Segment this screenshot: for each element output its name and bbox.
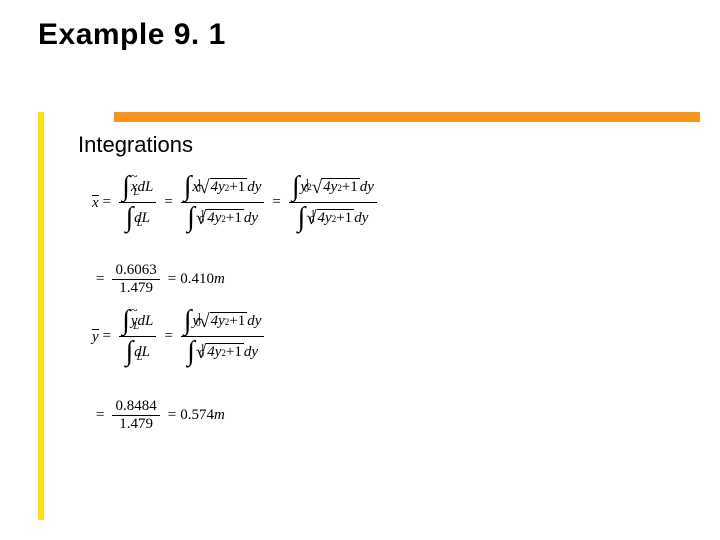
- frac-y2-integral: ∫10 y2 √4y2+1 dy ∫10 √4y2+1 dy: [289, 172, 377, 233]
- equals-sign: =: [103, 195, 111, 210]
- frac-y-numeric: 0.8484 1.479: [112, 398, 159, 433]
- accent-bar-yellow: [38, 112, 44, 520]
- frac-xtilde-dL-over-dL: ∫L xdL ∫L dL: [119, 172, 156, 233]
- equation-ybar-result: = 0.8484 1.479 = 0.574 m: [92, 398, 225, 433]
- symbol-xbar: x: [92, 195, 99, 211]
- accent-bar-orange: [114, 112, 700, 122]
- symbol-xtilde: x: [131, 180, 138, 195]
- slide: Example 9. 1 Integrations x = ∫L xdL ∫L: [0, 0, 720, 540]
- frac-y-integral: ∫10 y √4y2+1 dy ∫10 √4y2+1 dy: [181, 306, 265, 367]
- equation-ybar-line1: y = ∫L ydL ∫L dL =: [92, 306, 268, 367]
- unit-m: m: [214, 272, 225, 287]
- frac-x-integral: ∫10 x √4y2+1 dy ∫10 √4y2+1 dy: [181, 172, 265, 233]
- symbol-ybar: y: [92, 329, 99, 345]
- slide-title: Example 9. 1: [38, 18, 226, 52]
- x-result-value: 0.410: [180, 272, 214, 287]
- frac-ytilde-dL-over-dL: ∫L ydL ∫L dL: [119, 306, 156, 367]
- frac-x-numeric: 0.6063 1.479: [112, 262, 159, 297]
- section-heading: Integrations: [78, 132, 193, 158]
- equation-xbar-line1: x = ∫L xdL ∫L dL =: [92, 172, 381, 233]
- symbol-ytilde: y: [131, 314, 138, 329]
- equation-xbar-result: = 0.6063 1.479 = 0.410 m: [92, 262, 225, 297]
- y-result-value: 0.574: [180, 408, 214, 423]
